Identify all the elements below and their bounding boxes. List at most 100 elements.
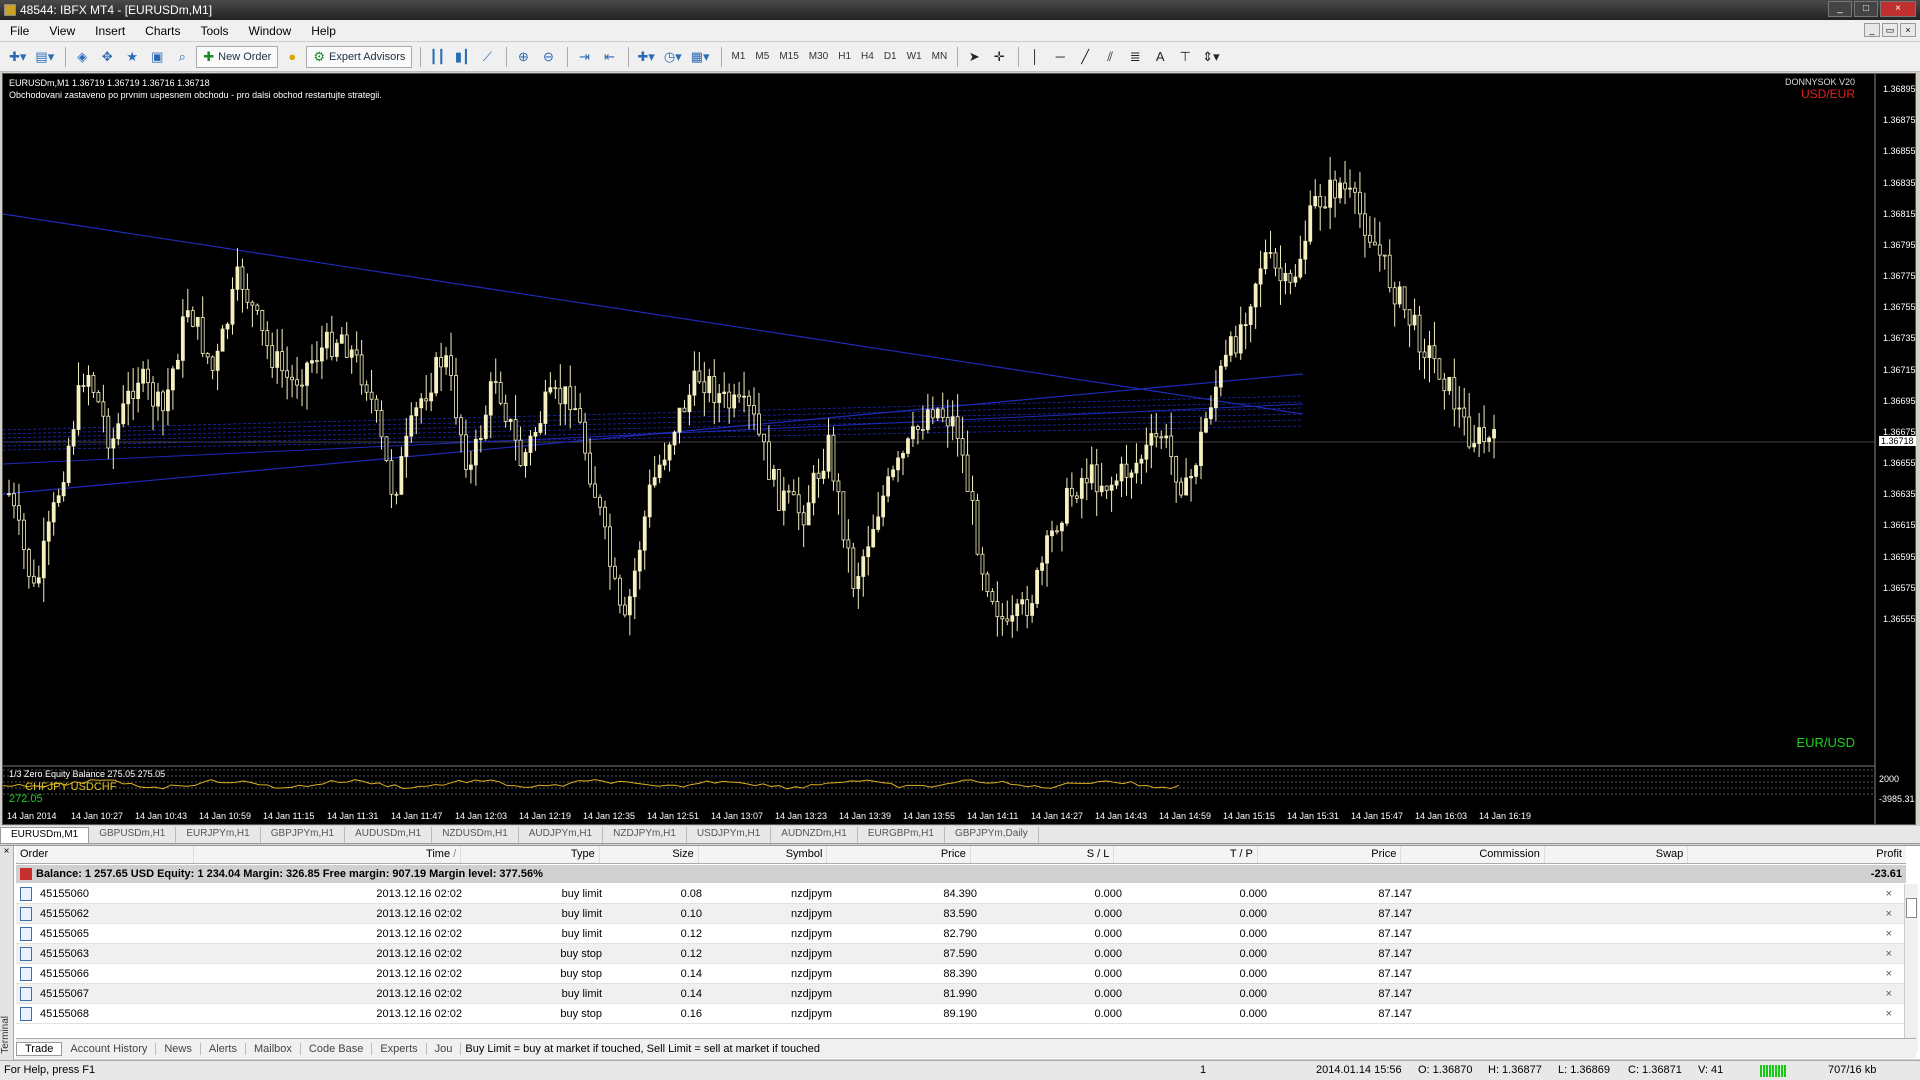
timeframe-h4[interactable]: H4 [856, 51, 879, 62]
text-label-button[interactable]: ⊤ [1174, 46, 1196, 68]
table-row[interactable]: 45155067 2013.12.16 02:02 buy limit 0.14 nzd… [16, 984, 1906, 1004]
chart-tab[interactable]: AUDNZDm,H1 [771, 827, 858, 843]
chart-tab[interactable]: USDJPYm,H1 [687, 827, 772, 843]
close-button[interactable]: × [1880, 1, 1916, 17]
chart-tab[interactable]: EURUSDm,M1 [0, 827, 90, 843]
timeframe-h1[interactable]: H1 [833, 51, 856, 62]
timeframe-mn[interactable]: MN [927, 51, 953, 62]
line-chart-button[interactable]: ⟋ [476, 46, 498, 68]
menu-help[interactable]: Help [301, 24, 346, 38]
chart-tab[interactable]: GBPJPYm,H1 [261, 827, 346, 843]
delete-order-icon[interactable]: × [1886, 948, 1906, 960]
periods-button[interactable]: ◷▾ [661, 46, 685, 68]
terminal-close-button[interactable]: × [0, 846, 13, 857]
col-order[interactable]: Order [16, 846, 195, 863]
auto-scroll-button[interactable]: ⇥ [573, 46, 595, 68]
chart-tab[interactable]: NZDUSDm,H1 [432, 827, 519, 843]
menu-file[interactable]: File [0, 24, 39, 38]
chart-tab[interactable]: EURGBPm,H1 [858, 827, 945, 843]
minimize-button[interactable]: _ [1828, 1, 1852, 17]
indicators-button[interactable]: ✚▾ [634, 46, 657, 68]
bar-chart-button[interactable]: ┃┃ [426, 46, 448, 68]
data-window-button[interactable]: ✥ [96, 46, 118, 68]
chart-tab[interactable]: AUDJPYm,H1 [519, 827, 604, 843]
timeframe-m30[interactable]: M30 [804, 51, 833, 62]
table-row[interactable]: 45155065 2013.12.16 02:02 buy limit 0.12 nzd… [16, 924, 1906, 944]
menu-tools[interactable]: Tools [191, 24, 239, 38]
tab-journal[interactable]: Jou [427, 1042, 462, 1055]
fibonacci-button[interactable]: ≣ [1124, 46, 1146, 68]
col-sl[interactable]: S / L [971, 846, 1115, 863]
delete-order-icon[interactable]: × [1886, 888, 1906, 900]
delete-order-icon[interactable]: × [1886, 928, 1906, 940]
crosshair-button[interactable]: ✛ [988, 46, 1010, 68]
delete-order-icon[interactable]: × [1886, 1008, 1906, 1020]
mdi-minimize-button[interactable]: _ [1864, 23, 1880, 37]
maximize-button[interactable]: □ [1854, 1, 1878, 17]
tab-mailbox[interactable]: Mailbox [246, 1042, 301, 1055]
col-type[interactable]: Type [461, 846, 600, 863]
tab-news[interactable]: News [156, 1042, 201, 1055]
profiles-button[interactable]: ▤▾ [32, 46, 57, 68]
expert-advisors-button[interactable]: ⚙ Expert Advisors [306, 45, 413, 68]
timeframe-m15[interactable]: M15 [774, 51, 803, 62]
new-chart-button[interactable]: ✚▾ [6, 46, 29, 68]
table-row[interactable]: 45155066 2013.12.16 02:02 buy stop 0.14 nzdj… [16, 964, 1906, 984]
chart-tab[interactable]: AUDUSDm,H1 [345, 827, 433, 843]
status-profile[interactable]: 1 [1200, 1064, 1206, 1076]
col-tp[interactable]: T / P [1114, 846, 1258, 863]
table-row[interactable]: 45155060 2013.12.16 02:02 buy limit 0.08 nzd… [16, 884, 1906, 904]
col-commission[interactable]: Commission [1401, 846, 1545, 863]
delete-order-icon[interactable]: × [1886, 988, 1906, 1000]
tab-alerts[interactable]: Alerts [201, 1042, 246, 1055]
market-watch-button[interactable]: ◈ [71, 46, 93, 68]
tab-trade[interactable]: Trade [16, 1041, 63, 1056]
vertical-line-button[interactable]: │ [1024, 46, 1046, 68]
mdi-restore-button[interactable]: ▭ [1882, 23, 1898, 37]
timeframe-w1[interactable]: W1 [902, 51, 927, 62]
timeframe-m5[interactable]: M5 [750, 51, 774, 62]
arrows-button[interactable]: ⇕▾ [1199, 46, 1222, 68]
col-symbol[interactable]: Symbol [699, 846, 828, 863]
terminal-scrollbar[interactable] [1904, 884, 1918, 1052]
balance-row[interactable]: Balance: 1 257.65 USD Equity: 1 234.04 M… [16, 865, 1906, 883]
candlestick-button[interactable]: ▮┃ [451, 46, 473, 68]
menu-view[interactable]: View [39, 24, 85, 38]
chart-tab[interactable]: GBPUSDm,H1 [89, 827, 177, 843]
horizontal-line-button[interactable]: ─ [1049, 46, 1071, 68]
zoom-in-button[interactable]: ⊕ [512, 46, 534, 68]
timeframe-m1[interactable]: M1 [727, 51, 751, 62]
metaeditor-button[interactable]: ● [281, 46, 303, 68]
chart-tab[interactable]: GBPJPYm,Daily [945, 827, 1039, 843]
zoom-out-button[interactable]: ⊖ [537, 46, 559, 68]
table-row[interactable]: 45155063 2013.12.16 02:02 buy stop 0.12 nzdj… [16, 944, 1906, 964]
menu-insert[interactable]: Insert [85, 24, 135, 38]
mdi-close-button[interactable]: × [1900, 23, 1916, 37]
col-swap[interactable]: Swap [1545, 846, 1689, 863]
timeframe-d1[interactable]: D1 [879, 51, 902, 62]
tester-button[interactable]: ⌕ [171, 46, 193, 68]
terminal-button[interactable]: ▣ [146, 46, 168, 68]
navigator-button[interactable]: ★ [121, 46, 143, 68]
chart-tab[interactable]: EURJPYm,H1 [176, 827, 261, 843]
price-chart[interactable] [3, 74, 1915, 824]
chart-shift-button[interactable]: ⇤ [598, 46, 620, 68]
tab-code-base[interactable]: Code Base [301, 1042, 373, 1055]
col-price[interactable]: Price [827, 846, 971, 863]
new-order-button[interactable]: ✚ New Order [196, 45, 279, 68]
chart-window[interactable]: EURUSDm,M1 1.36719 1.36719 1.36716 1.367… [2, 73, 1916, 825]
templates-button[interactable]: ▦▾ [688, 46, 713, 68]
menu-window[interactable]: Window [239, 24, 302, 38]
col-profit[interactable]: Profit [1688, 846, 1906, 863]
delete-order-icon[interactable]: × [1886, 968, 1906, 980]
trendline-button[interactable]: ╱ [1074, 46, 1096, 68]
col-size[interactable]: Size [600, 846, 699, 863]
col-time[interactable]: Time / [194, 846, 462, 863]
cursor-button[interactable]: ➤ [963, 46, 985, 68]
table-row[interactable]: 45155062 2013.12.16 02:02 buy limit 0.10 nzd… [16, 904, 1906, 924]
channel-button[interactable]: ⫽ [1099, 46, 1121, 68]
delete-order-icon[interactable]: × [1886, 908, 1906, 920]
tab-experts[interactable]: Experts [372, 1042, 427, 1055]
tab-account-history[interactable]: Account History [62, 1042, 157, 1055]
text-tool-button[interactable]: A [1149, 46, 1171, 68]
